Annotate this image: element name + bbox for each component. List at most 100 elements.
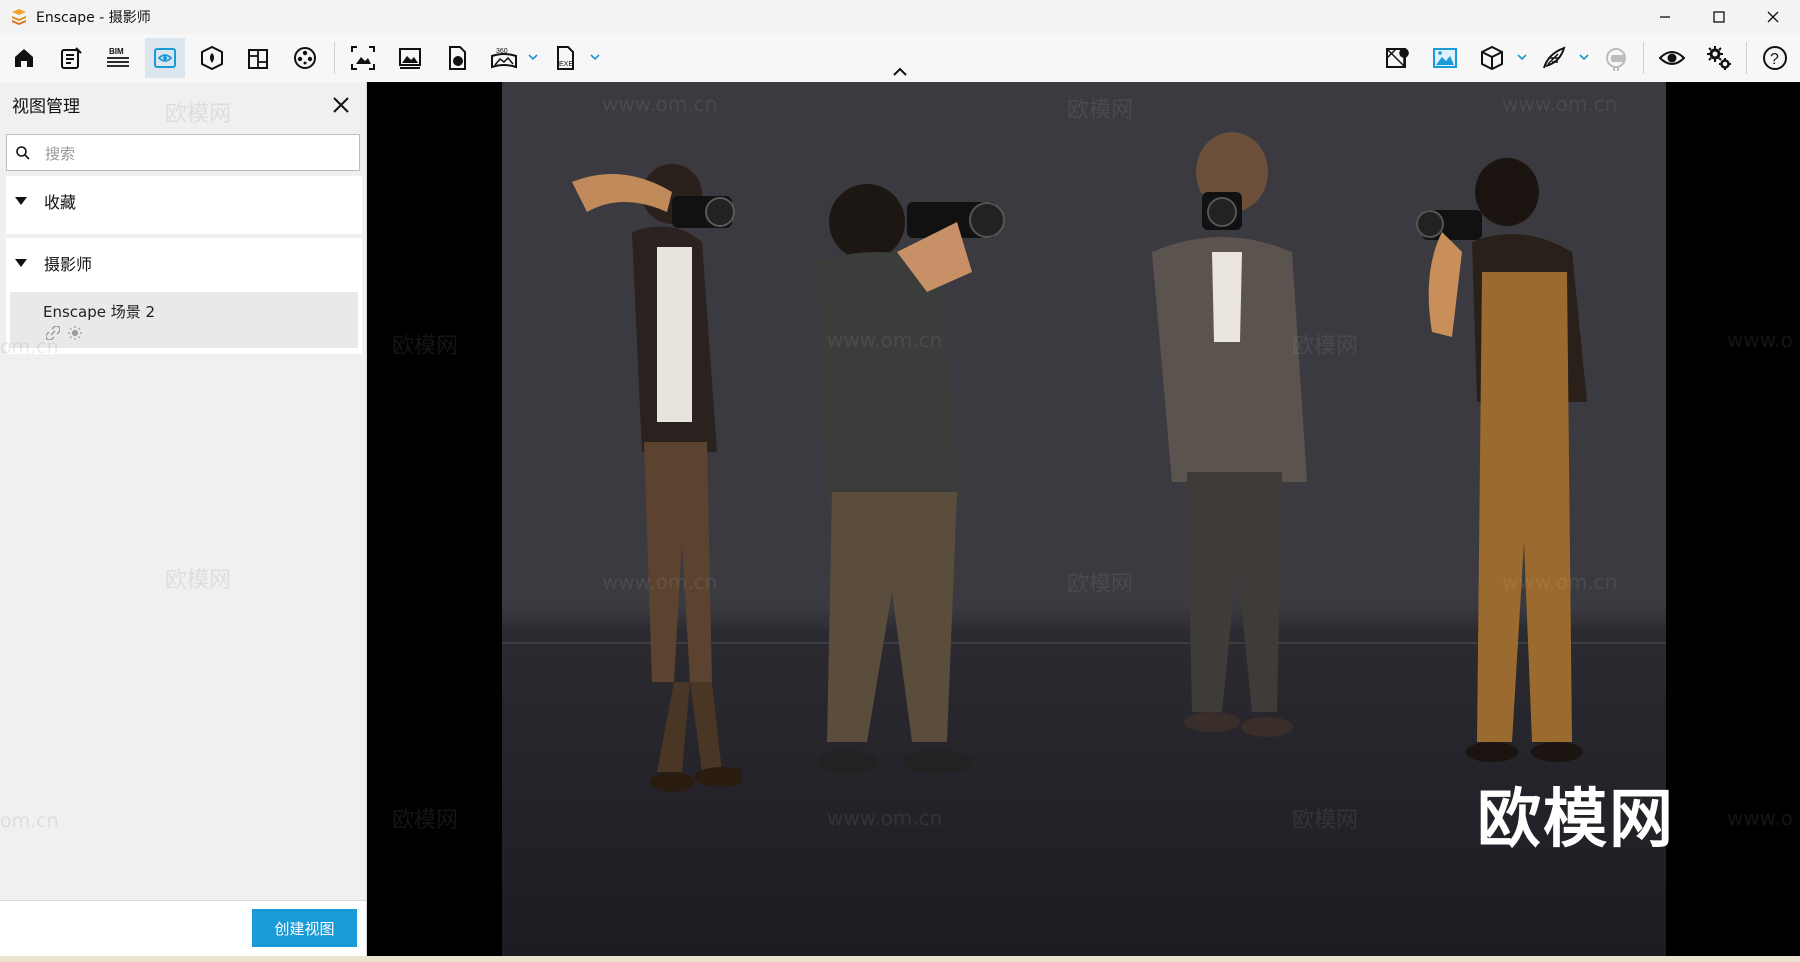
screenshot-button[interactable] <box>343 38 383 78</box>
group-header-photographer[interactable]: 摄影师 <box>6 238 362 288</box>
search-input[interactable] <box>43 139 347 168</box>
bim-button[interactable]: BIM <box>98 38 138 78</box>
settings-button[interactable] <box>1699 38 1739 78</box>
create-view-button[interactable]: 创建视图 <box>252 909 357 947</box>
maximize-button[interactable] <box>1692 0 1746 34</box>
watermark-brand: 欧模网 <box>1292 808 1359 833</box>
chevron-down-icon <box>1579 54 1589 61</box>
image-capture-button[interactable] <box>1425 38 1465 78</box>
group-favorites: 收藏 <box>6 176 362 234</box>
watermark-partial-url: www.o <box>1727 806 1793 830</box>
collapse-toolbar-caret-icon[interactable] <box>892 66 908 78</box>
video-editor-button[interactable] <box>285 38 325 78</box>
group-label: 收藏 <box>44 193 77 212</box>
cube-view-dropdown[interactable] <box>1515 48 1529 66</box>
watermark-partial: om.cn <box>0 810 59 832</box>
batch-render-icon <box>399 48 421 69</box>
photographer-figure-1 <box>572 164 742 792</box>
help-button[interactable]: ? <box>1755 38 1795 78</box>
window-title: Enscape - 摄影师 <box>36 10 151 26</box>
toolbar-separator <box>1746 42 1747 74</box>
vr-headset-icon <box>1606 48 1626 71</box>
watermark-url: www.om.cn <box>1502 570 1618 594</box>
toolbar-separator <box>1643 42 1644 74</box>
close-panel-icon[interactable] <box>330 94 352 116</box>
view-management-icon <box>154 48 176 68</box>
minimize-button[interactable] <box>1638 0 1692 34</box>
batch-render-button[interactable] <box>390 38 430 78</box>
svg-text:BIM: BIM <box>109 47 124 56</box>
group-label: 摄影师 <box>44 255 93 274</box>
watermark-partial-url: www.o <box>1727 328 1793 352</box>
watermark-brand: 欧模网 <box>1067 572 1134 597</box>
panel-footer: 创建视图 <box>0 900 366 961</box>
watermark-brand: 欧模网 <box>392 334 459 359</box>
photographer-figure-2 <box>817 184 1005 774</box>
photographer-figure-3 <box>1152 132 1307 737</box>
watermark-url: www.om.cn <box>827 806 943 830</box>
view-management-button[interactable] <box>145 38 185 78</box>
sun-icon <box>68 326 82 340</box>
notes-button[interactable] <box>51 38 91 78</box>
maximize-icon <box>1713 11 1725 23</box>
close-window-button[interactable] <box>1746 0 1800 34</box>
feather-button[interactable] <box>1534 38 1574 78</box>
feather-icon <box>1543 46 1566 69</box>
watermark-partial: om.cn <box>0 336 59 358</box>
caret-down-icon <box>15 259 27 267</box>
view-name: Enscape 场景 2 <box>43 303 156 321</box>
view-management-panel: 视图管理 收藏 摄影师 Enscape 场景 2 欧模网 om.cn 欧模网 o… <box>0 82 367 961</box>
cube-view-icon <box>1481 45 1503 71</box>
video-editor-icon <box>294 47 316 69</box>
svg-text:?: ? <box>1770 51 1779 68</box>
watermark-brand: 欧模网 <box>392 808 459 833</box>
web-standalone-button[interactable] <box>437 38 477 78</box>
watermark-brand: 欧模网 <box>165 102 232 127</box>
caret-down-icon <box>15 197 27 205</box>
view-item[interactable]: Enscape 场景 2 <box>10 292 358 348</box>
enscape-logo-icon <box>12 9 26 25</box>
watermark-brand: 欧模网 <box>165 568 232 593</box>
group-header-favorites[interactable]: 收藏 <box>6 176 362 226</box>
brand-logo-text: 欧模网 <box>1477 783 1675 857</box>
settings-gears-icon <box>1707 46 1731 70</box>
exe-export-dropdown[interactable] <box>588 48 602 66</box>
chevron-down-icon <box>1517 54 1527 61</box>
panel-title: 视图管理 <box>12 97 80 117</box>
chevron-down-icon <box>528 54 538 61</box>
screenshot-icon <box>351 46 375 70</box>
help-icon: ? <box>1763 46 1787 70</box>
watermark-brand: 欧模网 <box>1292 334 1359 359</box>
watermark-url: www.om.cn <box>827 328 943 352</box>
exe-export-button[interactable]: EXE <box>545 38 585 78</box>
group-photographer: 摄影师 Enscape 场景 2 <box>6 238 362 354</box>
map-location-icon <box>1386 48 1409 68</box>
watermark-url: www.om.cn <box>602 92 718 116</box>
vr-headset-button[interactable] <box>1596 38 1636 78</box>
panorama-dropdown[interactable] <box>526 48 540 66</box>
map-location-button[interactable] <box>1378 38 1418 78</box>
panorama-360-icon: 360 <box>491 48 517 69</box>
material-editor-icon <box>248 49 268 69</box>
bim-icon: BIM <box>107 47 129 67</box>
render-viewport[interactable]: www.om.cn 欧模网 www.om.cn 欧模网 www.om.cn 欧模… <box>367 82 1800 956</box>
chevron-down-icon <box>590 54 600 61</box>
watermark-url: www.om.cn <box>1502 92 1618 116</box>
title-bar: Enscape - 摄影师 <box>0 0 1800 34</box>
eye-button[interactable] <box>1652 38 1692 78</box>
image-capture-icon <box>1433 48 1457 68</box>
feather-dropdown[interactable] <box>1577 48 1591 66</box>
minimize-icon <box>1660 16 1670 18</box>
web-standalone-icon <box>449 46 466 70</box>
watermark-url: www.om.cn <box>602 570 718 594</box>
window-bottom-border <box>0 956 1800 962</box>
asset-library-icon <box>201 45 223 71</box>
home-button[interactable] <box>4 38 44 78</box>
asset-library-button[interactable] <box>192 38 232 78</box>
material-editor-button[interactable] <box>238 38 278 78</box>
toolbar-separator <box>334 42 335 74</box>
cube-view-button[interactable] <box>1472 38 1512 78</box>
watermark-brand: 欧模网 <box>1067 98 1134 123</box>
panorama-button[interactable]: 360 <box>484 38 524 78</box>
home-icon <box>15 49 33 67</box>
